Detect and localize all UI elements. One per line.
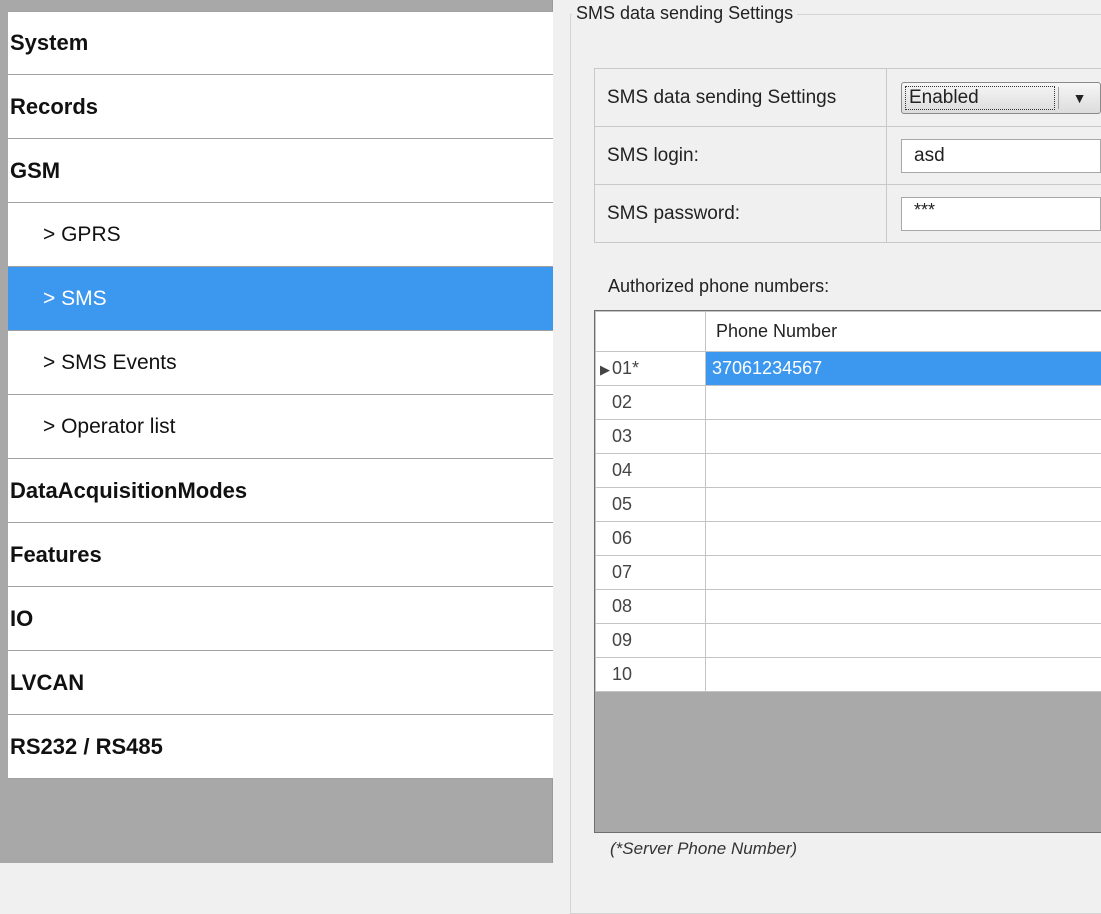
nav-item-label: GSM [10,158,60,184]
row-id[interactable]: 03 [596,420,706,454]
table-row[interactable]: 04 [596,454,1101,488]
nav-item-label: > GPRS [43,223,121,247]
table-row[interactable]: ▶01* 37061234567 [596,352,1101,386]
nav-item-label: System [10,30,88,56]
nav-item-gprs[interactable]: > GPRS [8,203,553,267]
row-id[interactable]: 06 [596,522,706,556]
column-header-phone-number[interactable]: Phone Number [706,312,1101,352]
row-pointer-icon: ▶ [600,362,612,378]
phone-number-cell[interactable] [706,522,1101,556]
settings-row-login: SMS login: asd [595,127,1101,185]
nav-item-operator-list[interactable]: > Operator list [8,395,553,459]
phone-number-cell[interactable] [706,454,1101,488]
sms-password-input[interactable]: *** [901,197,1101,231]
settings-row-password: SMS password: *** [595,185,1101,243]
row-id[interactable]: 02 [596,386,706,420]
nav-item-system[interactable]: System [8,11,553,75]
table-row[interactable]: 05 [596,488,1101,522]
table-row[interactable]: 06 [596,522,1101,556]
row-id[interactable]: 05 [596,488,706,522]
nav-item-records[interactable]: Records [8,75,553,139]
nav-item-label: > SMS Events [43,351,177,375]
sms-login-input[interactable]: asd [901,139,1101,173]
row-id[interactable]: 07 [596,556,706,590]
table-row[interactable]: 03 [596,420,1101,454]
settings-row-sending: SMS data sending Settings Enabled ▼ [595,69,1101,127]
phone-number-cell[interactable] [706,556,1101,590]
sending-settings-label: SMS data sending Settings [595,69,887,127]
nav-item-sms-events[interactable]: > SMS Events [8,331,553,395]
row-id[interactable]: 09 [596,624,706,658]
nav-item-data-acquisition-modes[interactable]: DataAcquisitionModes [8,459,553,523]
sms-password-label: SMS password: [595,185,887,243]
phone-number-cell[interactable] [706,658,1101,692]
phone-numbers-grid: Phone Number ▶01* 37061234567 02 03 04 0… [594,310,1101,833]
phone-number-cell[interactable] [706,590,1101,624]
server-phone-footnote: (*Server Phone Number) [610,839,797,859]
settings-panel: SMS data sending Settings SMS data sendi… [554,0,1101,863]
nav-item-lvcan[interactable]: LVCAN [8,651,553,715]
nav-item-label: > SMS [43,287,107,311]
row-id[interactable]: 10 [596,658,706,692]
nav-item-label: > Operator list [43,415,175,439]
sidebar: System Records GSM > GPRS > SMS > SMS Ev… [0,0,553,863]
row-id[interactable]: 04 [596,454,706,488]
phone-number-cell[interactable] [706,624,1101,658]
nav-tree: System Records GSM > GPRS > SMS > SMS Ev… [8,11,553,779]
nav-item-sms[interactable]: > SMS [8,267,553,331]
nav-item-label: DataAcquisitionModes [10,478,247,504]
table-row[interactable]: 09 [596,624,1101,658]
phone-number-cell[interactable] [706,386,1101,420]
nav-item-io[interactable]: IO [8,587,553,651]
phone-number-cell[interactable]: 37061234567 [706,352,1101,386]
nav-item-label: Features [10,542,102,568]
table-row[interactable]: 08 [596,590,1101,624]
row-header-corner [596,312,706,352]
authorized-numbers-label: Authorized phone numbers: [608,276,829,297]
row-id: 01* [612,358,639,378]
phone-numbers-table: Phone Number ▶01* 37061234567 02 03 04 0… [595,311,1101,692]
phone-number-cell[interactable] [706,488,1101,522]
sending-settings-value: Enabled [905,86,1055,110]
nav-item-label: Records [10,94,98,120]
nav-item-rs232-rs485[interactable]: RS232 / RS485 [8,715,553,779]
table-row[interactable]: 10 [596,658,1101,692]
chevron-down-icon[interactable]: ▼ [1059,83,1100,113]
nav-item-label: IO [10,606,33,632]
sms-settings-grid: SMS data sending Settings Enabled ▼ SMS … [594,68,1101,243]
phone-number-cell[interactable] [706,420,1101,454]
nav-item-gsm[interactable]: GSM [8,139,553,203]
nav-item-label: RS232 / RS485 [10,734,163,760]
group-box-title: SMS data sending Settings [572,3,797,24]
nav-item-features[interactable]: Features [8,523,553,587]
row-id[interactable]: 08 [596,590,706,624]
sms-login-label: SMS login: [595,127,887,185]
table-row[interactable]: 07 [596,556,1101,590]
table-row[interactable]: 02 [596,386,1101,420]
table-header-row: Phone Number [596,312,1101,352]
sending-settings-dropdown[interactable]: Enabled ▼ [901,82,1101,114]
nav-item-label: LVCAN [10,670,84,696]
